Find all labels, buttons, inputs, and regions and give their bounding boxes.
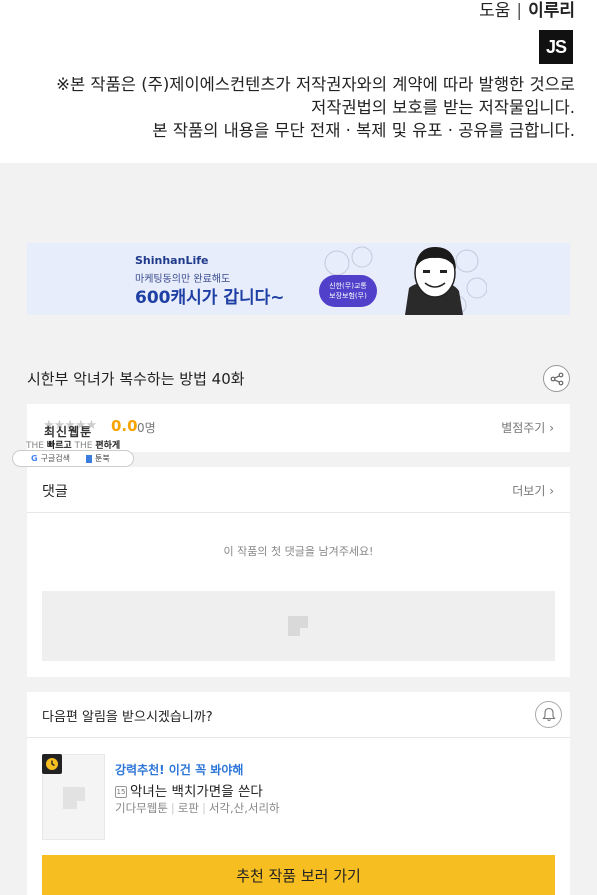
episode-title: 시한부 악녀가 복수하는 방법 40화: [27, 370, 245, 388]
image-placeholder-icon: [63, 787, 85, 809]
copyright-notice: ※본 작품은 (주)제이에스컨텐츠가 저작권자와의 계약에 따라 발행한 것으로…: [35, 73, 575, 142]
comments-card: 댓글 더보기 › 이 작품의 첫 댓글을 남겨주세요!: [27, 467, 570, 677]
widget-search-bar[interactable]: G 구글검색 툰북: [12, 450, 134, 467]
toonbook-label: 툰북: [95, 454, 110, 463]
comments-label: 댓글: [42, 484, 68, 500]
meta-divider: |: [170, 801, 175, 815]
copyright-line: 본 작품의 내용을 무단 전재 · 복제 및 유포 · 공유를 금합니다.: [152, 121, 575, 140]
meta-divider: |: [201, 801, 206, 815]
ad-pill-line: 신한(무)교통: [329, 282, 367, 290]
notify-question: 다음편 알림을 받으시겠습니까?: [42, 710, 213, 725]
rating-count: 0명: [137, 421, 156, 435]
google-icon: G: [31, 454, 38, 463]
notify-header: 다음편 알림을 받으시겠습니까?: [27, 692, 570, 738]
rate-button[interactable]: 별점주기 ›: [501, 419, 554, 436]
ad-pill-line: 보장보험(무): [329, 292, 367, 300]
publisher-logo-text: JS: [545, 37, 567, 57]
meta-authors: 서각,산,서리하: [208, 801, 280, 815]
latest-webtoon-widget[interactable]: 최신웹툰 THE 빠르고 THE 편하게 G 구글검색 툰북: [12, 420, 134, 468]
age-rating-badge: 15: [115, 786, 127, 798]
comments-more-button[interactable]: 더보기 ›: [512, 482, 554, 499]
clock-icon: [46, 758, 58, 770]
meta-category: 기다무웹툰: [115, 801, 168, 815]
chevron-right-icon: ›: [549, 484, 554, 498]
notify-card: 다음편 알림을 받으시겠습니까? 강력추천! 이건 꼭 봐야해 15 악녀는 백치…: [27, 692, 570, 895]
rate-button-label: 별점주기: [501, 421, 546, 435]
credits-role: 도움: [479, 1, 511, 21]
share-icon: [550, 372, 563, 385]
comments-header: 댓글 더보기 ›: [27, 467, 570, 513]
comment-input[interactable]: [42, 591, 555, 661]
ad-headline: 600캐시가 갑니다~: [135, 288, 285, 308]
recommend-cta-button[interactable]: 추천 작품 보러 가기: [42, 855, 555, 895]
comments-empty-message: 이 작품의 첫 댓글을 남겨주세요!: [223, 545, 374, 558]
recommendation-tag: 강력추천! 이건 꼭 봐야해: [115, 763, 244, 777]
bell-icon: [541, 707, 556, 722]
ad-banner[interactable]: ShinhanLife 마케팅동의만 완료해도 600캐시가 갑니다~ 신한(무…: [27, 243, 570, 315]
meta-genre: 로판: [177, 801, 199, 815]
recommended-title-text: 악녀는 백치가면을 쓴다: [130, 784, 263, 800]
recommended-meta: 기다무웹툰 | 로판 | 서각,산,서리하: [115, 800, 280, 816]
credits-separator: |: [516, 1, 523, 21]
image-placeholder-icon: [288, 616, 308, 636]
chevron-right-icon: ›: [549, 421, 554, 435]
copyright-section: 도움 | 이루리 JS ※본 작품은 (주)제이에스컨텐츠가 저작권자와의 계약에 …: [0, 0, 597, 163]
copyright-line: ※본 작품은 (주)제이에스컨텐츠가 저작권자와의 계약에 따라 발행한 것으로: [56, 75, 575, 94]
comments-more-label: 더보기: [512, 484, 546, 498]
wait-free-badge: [42, 754, 62, 774]
share-button[interactable]: [543, 365, 570, 392]
publisher-logo: JS: [539, 30, 573, 64]
toonbook-link[interactable]: 툰북: [86, 453, 110, 464]
recommended-title[interactable]: 15 악녀는 백치가면을 쓴다: [115, 780, 263, 800]
ad-product-pill: 신한(무)교통 보장보험(무): [319, 275, 377, 307]
notify-bell-button[interactable]: [535, 701, 562, 728]
credits-author: 이루리: [528, 1, 575, 21]
credits: 도움 | 이루리: [479, 0, 575, 21]
ad-brand: ShinhanLife: [135, 254, 209, 267]
copyright-line: 저작권법의 보호를 받는 저작물입니다.: [311, 98, 575, 117]
google-search-label: 구글검색: [40, 454, 71, 463]
book-icon: [86, 454, 93, 463]
